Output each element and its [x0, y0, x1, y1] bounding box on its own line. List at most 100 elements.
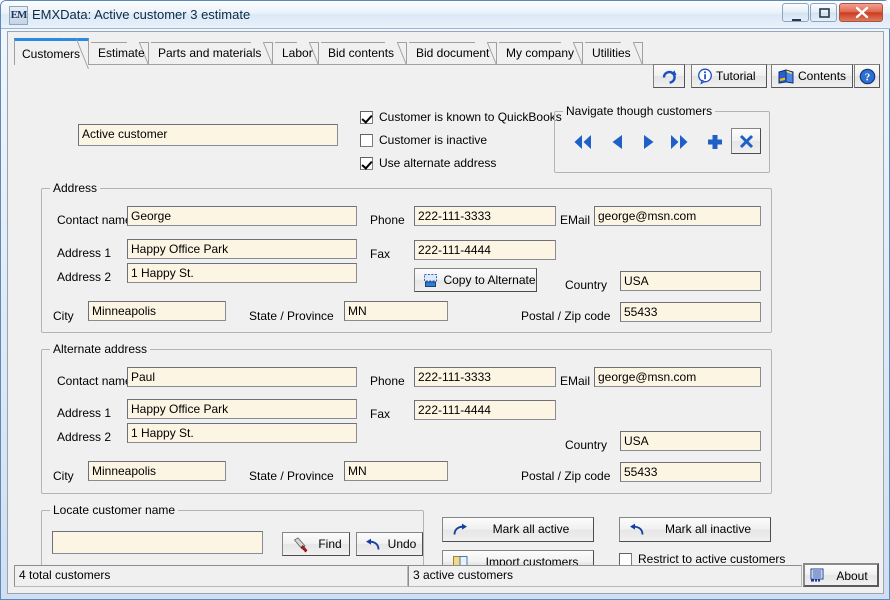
minimize-icon [783, 4, 808, 21]
checkbox-box [360, 111, 373, 124]
nav-last-button[interactable] [667, 132, 693, 152]
address-email-input[interactable]: george@msn.com [594, 206, 761, 226]
address-city-label: City [53, 309, 74, 323]
redo-arrow-icon [452, 523, 468, 537]
tab-estimate[interactable]: Estimate [91, 42, 149, 65]
address-email-label: EMail [560, 213, 591, 227]
tab-utilities[interactable]: Utilities [585, 42, 643, 65]
address-state-label: State / Province [249, 309, 334, 323]
alt-email-input[interactable]: george@msn.com [594, 367, 761, 387]
copy-to-alternate-button[interactable]: Copy to Alternate [414, 268, 537, 292]
close-button[interactable] [839, 3, 883, 22]
address-postal-input[interactable]: 55433 [620, 302, 761, 322]
alt-contact-name-label: Contact name [57, 374, 132, 388]
alt-contact-name-input[interactable]: Paul [127, 367, 357, 387]
about-button[interactable]: About [803, 563, 879, 587]
svg-text:?: ? [865, 72, 871, 84]
alt-line2-label: Address 2 [57, 430, 112, 444]
status-total-customers: 4 total customers [14, 565, 408, 587]
list-icon [810, 568, 824, 582]
contents-button[interactable]: Contents [771, 64, 853, 88]
tab-parts-and-materials[interactable]: Parts and materials [151, 42, 273, 65]
navigate-legend: Navigate though customers [563, 104, 716, 118]
maximize-icon [811, 4, 836, 21]
address-line1-input[interactable]: Happy Office Park [127, 239, 357, 259]
status-bar: 4 total customers 3 active customers Abo… [14, 563, 879, 587]
book-icon [777, 68, 796, 85]
address-contact-name-label: Contact name [57, 213, 132, 227]
copy-to-alternate-label: Copy to Alternate [443, 273, 536, 287]
navigate-group: Navigate though customers [554, 104, 770, 173]
client-area: Customers Estimate Parts and materials L… [7, 31, 884, 594]
nav-next-button[interactable] [637, 132, 661, 152]
window-title: EMXData: Active customer 3 estimate [32, 7, 251, 22]
checkbox-box [360, 134, 373, 147]
alt-postal-input[interactable]: 55433 [620, 462, 761, 482]
address-contact-name-input[interactable]: George [127, 206, 357, 226]
close-x-icon [738, 133, 755, 150]
nav-first-button[interactable] [571, 132, 595, 152]
tab-bid-contents[interactable]: Bid contents [321, 42, 407, 65]
tab-label: Bid document [416, 46, 490, 60]
checkbox-box [360, 157, 373, 170]
about-label: About [836, 569, 868, 583]
alt-state-label: State / Province [249, 469, 334, 483]
tab-customers[interactable]: Customers [14, 38, 89, 69]
tab-label: My company [506, 46, 575, 60]
alt-city-input[interactable]: Minneapolis [88, 461, 226, 481]
tab-label: Labor [282, 46, 313, 60]
alt-country-input[interactable]: USA [620, 431, 761, 451]
tab-label: Utilities [592, 46, 631, 60]
mark-all-inactive-label: Mark all inactive [664, 522, 752, 536]
minimize-button[interactable] [782, 3, 809, 22]
alt-fax-label: Fax [370, 407, 391, 421]
nav-delete-button[interactable] [731, 128, 761, 154]
alt-line1-label: Address 1 [57, 406, 112, 420]
tutorial-button[interactable]: Tutorial [691, 64, 767, 88]
mark-all-inactive-button[interactable]: Mark all inactive [619, 517, 771, 542]
alt-email-label: EMail [560, 374, 591, 388]
address-phone-label: Phone [370, 213, 405, 227]
status-active-customers: 3 active customers [408, 565, 802, 587]
alt-line2-input[interactable]: 1 Happy St. [127, 423, 357, 443]
address-city-input[interactable]: Minneapolis [88, 301, 226, 321]
alt-phone-label: Phone [370, 374, 405, 388]
tab-my-company[interactable]: My company [499, 42, 583, 65]
address-fax-input[interactable]: 222-111-4444 [414, 240, 556, 260]
info-icon [697, 68, 714, 85]
alt-state-input[interactable]: MN [344, 461, 448, 481]
maximize-button[interactable] [810, 3, 837, 22]
address-line2-label: Address 2 [57, 270, 112, 284]
tab-label: Bid contents [328, 46, 395, 60]
copy-icon [423, 273, 438, 288]
tab-label: Estimate [98, 46, 145, 60]
address-state-input[interactable]: MN [344, 301, 448, 321]
tab-labor[interactable]: Labor [275, 42, 319, 65]
locate-search-input[interactable] [52, 531, 263, 554]
mark-all-active-button[interactable]: Mark all active [442, 517, 594, 542]
nav-previous-button[interactable] [605, 132, 629, 152]
address-line2-input[interactable]: 1 Happy St. [127, 263, 357, 283]
question-mark-icon: ? [859, 68, 876, 85]
address-fax-label: Fax [370, 247, 391, 261]
undo-button[interactable]: Undo [356, 532, 423, 556]
contents-label: Contents [798, 69, 847, 83]
refresh-button[interactable] [653, 64, 685, 88]
tab-label: Customers [22, 47, 81, 61]
address-phone-input[interactable]: 222-111-3333 [414, 206, 556, 226]
alt-line1-input[interactable]: Happy Office Park [127, 399, 357, 419]
customer-name-input[interactable]: Active customer [78, 124, 338, 146]
title-bar: EM EMXData: Active customer 3 estimate [1, 1, 890, 29]
help-button[interactable]: ? [854, 64, 880, 88]
nav-add-button[interactable] [705, 132, 725, 152]
alt-fax-input[interactable]: 222-111-4444 [414, 400, 556, 420]
find-button[interactable]: Find [282, 532, 350, 556]
alt-phone-input[interactable]: 222-111-3333 [414, 367, 556, 387]
checkbox-label: Customer is inactive [379, 133, 488, 147]
address-country-input[interactable]: USA [620, 271, 761, 291]
undo-arrow-icon [365, 538, 381, 552]
checkbox-label: Customer is known to QuickBooks [379, 110, 562, 124]
refresh-icon [661, 69, 678, 84]
tab-bid-document[interactable]: Bid document [409, 42, 497, 65]
address-country-label: Country [565, 278, 608, 292]
